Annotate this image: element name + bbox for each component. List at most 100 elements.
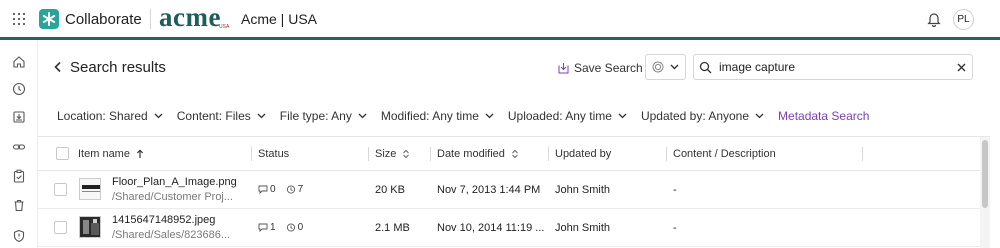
column-divider (548, 147, 549, 161)
column-header-size[interactable]: Size (375, 148, 410, 160)
file-thumbnail (79, 178, 101, 200)
file-content: - (673, 222, 677, 234)
file-size: 20 KB (375, 184, 405, 196)
org-logo: acme (159, 2, 221, 32)
app-launcher-icon[interactable] (13, 13, 25, 25)
file-path[interactable]: /Shared/Sales/823686... (112, 229, 230, 241)
column-size-label: Size (375, 148, 397, 160)
chevron-down-icon (154, 113, 163, 119)
recent-clock-icon[interactable] (12, 82, 26, 96)
comment-count: 0 (270, 184, 276, 195)
save-search-label: Save Search (574, 61, 643, 75)
filter-file-type-label: File type: Any (279, 109, 352, 123)
column-modified-label: Date modified (437, 148, 505, 160)
chevron-down-icon (257, 113, 266, 119)
filter-location[interactable]: Location: Shared (57, 109, 163, 123)
metadata-search-link[interactable]: Metadata Search (778, 109, 869, 123)
scrollbar-thumb[interactable] (982, 140, 988, 208)
search-scope-icon (652, 61, 664, 73)
comment-count: 1 (270, 222, 276, 233)
collaborate-logo-icon (39, 9, 59, 29)
column-status-label: Status (258, 148, 290, 160)
file-size: 2.1 MB (375, 222, 410, 234)
filter-bar: Location: Shared Content: Files File typ… (57, 108, 869, 124)
file-name[interactable]: 1415647148952.jpeg (112, 214, 215, 226)
filter-location-label: Location: Shared (57, 109, 148, 123)
filter-modified[interactable]: Modified: Any time (381, 109, 494, 123)
filter-uploaded[interactable]: Uploaded: Any time (508, 109, 627, 123)
column-updated-by-label: Updated by (555, 148, 612, 160)
inbox-tray-icon[interactable] (12, 110, 26, 124)
file-updated-by: John Smith (555, 184, 611, 196)
header-divider (150, 9, 151, 29)
file-modified: Nov 7, 2013 1:44 PM (437, 184, 541, 196)
chevron-down-icon (755, 113, 764, 119)
column-divider (251, 147, 252, 161)
app-name[interactable]: Collaborate (65, 11, 142, 28)
column-divider (862, 147, 863, 161)
trash-icon[interactable] (12, 198, 26, 212)
page-title: Search results (70, 59, 166, 76)
chevron-down-icon (670, 64, 679, 70)
column-divider (666, 147, 667, 161)
sort-icon (512, 149, 518, 159)
org-name: Acme | USA (241, 11, 317, 27)
version-history-icon (286, 223, 295, 232)
select-all-checkbox[interactable] (56, 147, 69, 160)
file-name[interactable]: Floor_Plan_A_Image.png (112, 176, 237, 188)
column-header-modified[interactable]: Date modified (437, 148, 519, 160)
home-icon[interactable] (12, 55, 26, 69)
table-row[interactable]: 1415647148952.jpeg /Shared/Sales/823686.… (38, 209, 990, 247)
filter-content-label: Content: Files (176, 109, 251, 123)
save-search-button[interactable]: Save Search (558, 60, 643, 76)
filter-updated-by[interactable]: Updated by: Anyone (641, 109, 764, 123)
table-row[interactable]: Floor_Plan_A_Image.png /Shared/Customer … (38, 171, 990, 209)
file-thumbnail (79, 216, 101, 238)
save-search-icon (558, 63, 569, 74)
column-header-status[interactable]: Status (258, 148, 289, 160)
sort-ascending-icon (136, 149, 144, 158)
row-checkbox[interactable] (54, 183, 67, 196)
column-header-updated-by[interactable]: Updated by (555, 148, 611, 160)
filter-updated-by-label: Updated by: Anyone (640, 109, 750, 123)
top-bar: Collaborate acme USA Acme | USA PL (0, 0, 1000, 38)
clipboard-check-icon[interactable] (12, 169, 26, 183)
filter-modified-label: Modified: Any time (380, 109, 479, 123)
table-header: Item name Status Size Date modified Upda… (38, 137, 990, 171)
column-divider (368, 147, 369, 161)
file-content: - (673, 184, 677, 196)
column-divider (430, 147, 431, 161)
version-count: 0 (297, 222, 304, 233)
user-avatar[interactable]: PL (953, 9, 974, 30)
sort-icon (403, 149, 410, 159)
chevron-down-icon (618, 113, 627, 119)
comment-icon (258, 185, 268, 194)
version-history-icon (286, 185, 295, 194)
row-checkbox[interactable] (54, 221, 67, 234)
search-icon (699, 61, 712, 74)
file-path[interactable]: /Shared/Customer Proj... (112, 191, 233, 203)
notifications-bell-icon[interactable] (927, 11, 941, 28)
link-icon[interactable] (12, 140, 26, 154)
version-count: 7 (297, 184, 304, 195)
filter-file-type[interactable]: File type: Any (280, 109, 367, 123)
file-modified: Nov 10, 2014 11:19 ... (437, 222, 545, 234)
comment-icon (258, 223, 268, 232)
clear-search-icon[interactable] (957, 63, 966, 72)
file-updated-by: John Smith (555, 222, 611, 234)
column-header-content[interactable]: Content / Description (673, 148, 776, 160)
file-status: 1 0 (258, 222, 313, 233)
filter-uploaded-label: Uploaded: Any time (507, 109, 612, 123)
shield-icon[interactable] (12, 229, 26, 243)
back-chevron-icon[interactable] (53, 61, 63, 73)
search-scope-dropdown[interactable] (645, 54, 686, 80)
column-content-label: Content / Description (673, 148, 776, 160)
column-header-name[interactable]: Item name (78, 148, 144, 160)
left-sidebar (0, 40, 38, 248)
filter-content[interactable]: Content: Files (177, 109, 266, 123)
search-input[interactable] (719, 59, 944, 75)
header-accent-bar (0, 37, 1000, 40)
org-logo-sub: USA (219, 24, 230, 30)
chevron-down-icon (485, 113, 494, 119)
file-status: 0 7 (258, 184, 313, 195)
